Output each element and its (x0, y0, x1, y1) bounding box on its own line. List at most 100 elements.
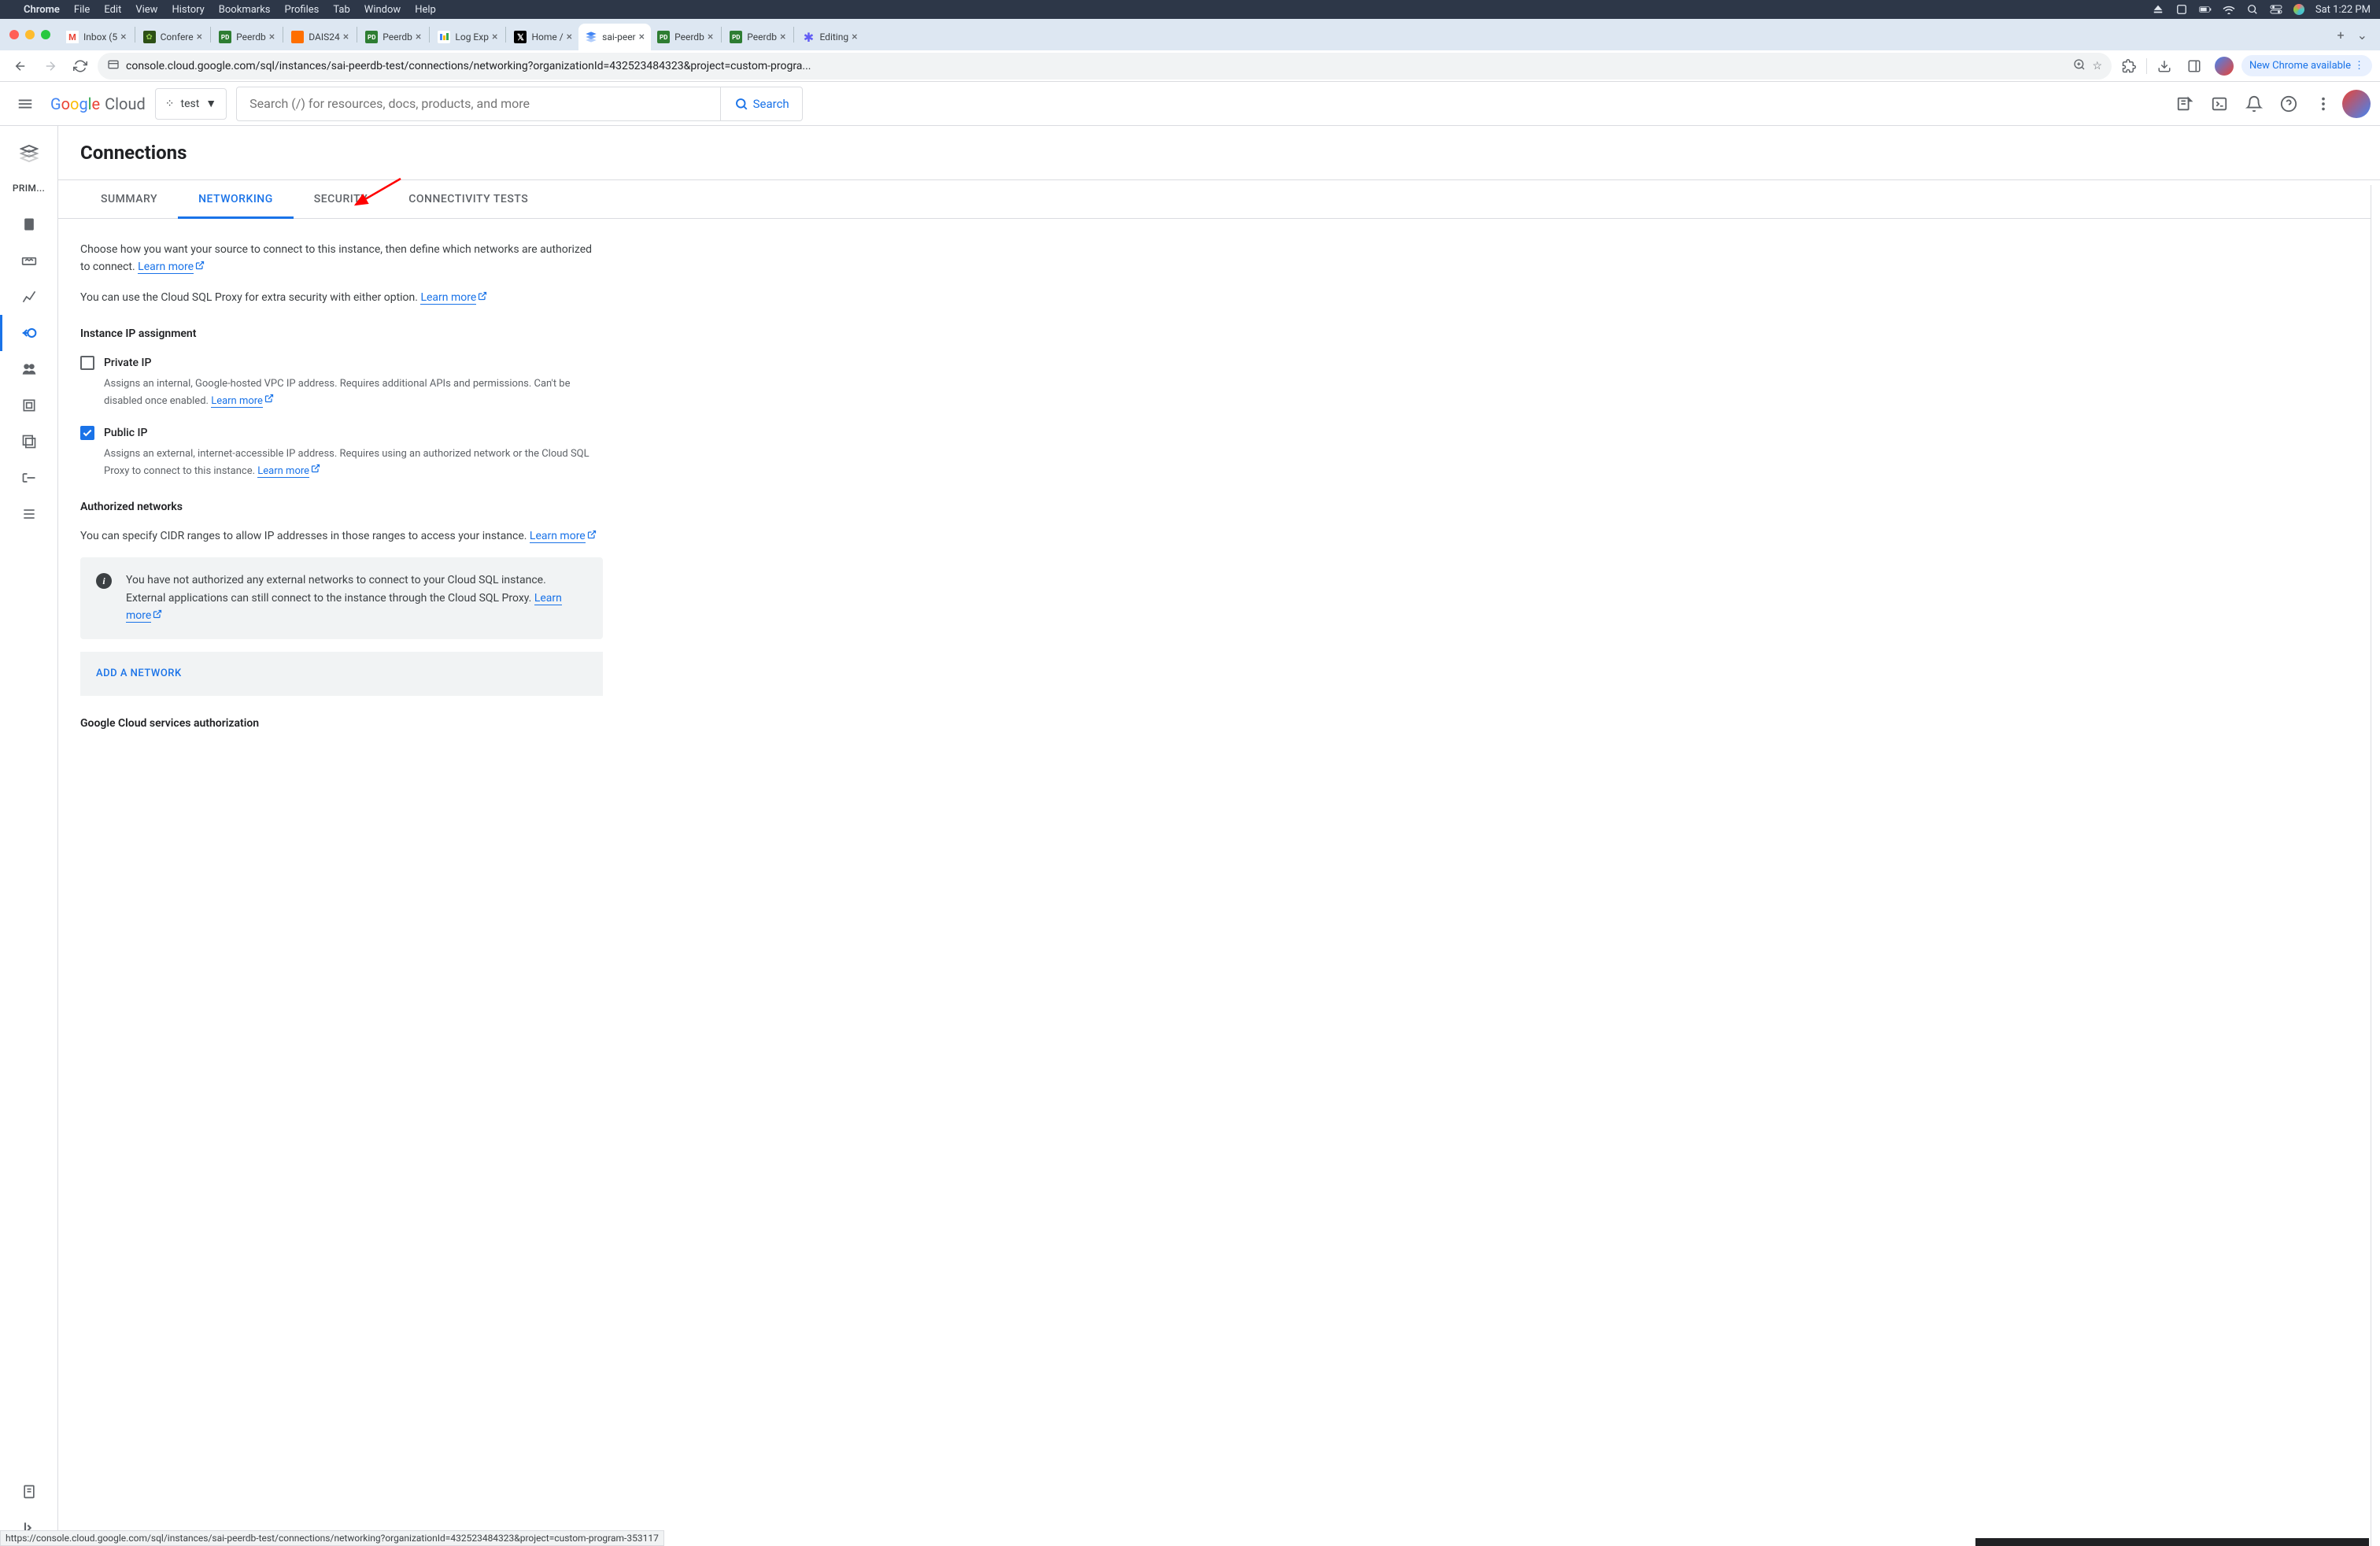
app-name[interactable]: Chrome (24, 4, 60, 16)
add-network-button[interactable]: ADD A NETWORK (80, 652, 603, 697)
tab-favicon: M (66, 31, 79, 43)
reload-button[interactable] (68, 54, 93, 79)
tab-security[interactable]: SECURITY (294, 180, 388, 218)
account-avatar[interactable] (2342, 90, 2371, 118)
window-close[interactable] (9, 30, 19, 39)
tab-close-icon[interactable]: × (780, 31, 785, 43)
sidebar-release-notes[interactable] (0, 1474, 57, 1510)
sidepanel-icon[interactable] (2182, 54, 2207, 79)
menu-profiles[interactable]: Profiles (285, 4, 320, 16)
browser-tab[interactable]: PDPeerdb× (213, 24, 281, 50)
external-link-icon (587, 527, 597, 545)
sidebar-replicas[interactable] (0, 460, 57, 496)
tab-close-icon[interactable]: × (269, 31, 275, 43)
menu-window[interactable]: Window (364, 4, 401, 16)
tab-navigation: SUMMARY NETWORKING SECURITY CONNECTIVITY… (58, 180, 2380, 219)
sidebar-databases[interactable] (0, 387, 57, 423)
public-ip-checkbox[interactable] (80, 426, 94, 440)
menu-bookmarks[interactable]: Bookmarks (219, 4, 271, 16)
bookmark-icon[interactable]: ☆ (2092, 60, 2102, 72)
menu-tab[interactable]: Tab (333, 4, 349, 16)
address-bar[interactable]: console.cloud.google.com/sql/instances/s… (98, 53, 2112, 80)
private-ip-checkbox[interactable] (80, 356, 94, 370)
intro-text-1: Choose how you want your source to conne… (80, 241, 603, 276)
trial-icon[interactable] (2169, 88, 2201, 120)
learn-more-link[interactable]: Learn more (257, 465, 309, 478)
learn-more-link[interactable]: Learn more (138, 261, 194, 274)
sidebar-users[interactable] (0, 351, 57, 387)
tab-close-icon[interactable]: × (708, 31, 713, 43)
tab-close-icon[interactable]: × (567, 31, 572, 43)
tab-summary[interactable]: SUMMARY (80, 180, 178, 218)
tab-close-icon[interactable]: × (639, 31, 645, 43)
spotlight-icon[interactable] (2246, 3, 2259, 16)
eject-icon[interactable] (2152, 3, 2164, 16)
new-chrome-button[interactable]: New Chrome available⋮ (2241, 55, 2372, 76)
siri-icon[interactable] (2293, 4, 2304, 15)
google-cloud-logo[interactable]: Google Cloud (50, 94, 146, 113)
menu-file[interactable]: File (74, 4, 90, 16)
help-icon[interactable] (2273, 88, 2304, 120)
gc-header: Google Cloud ⁘ test ▼ Search (0, 82, 2380, 126)
downloads-icon[interactable] (2152, 54, 2177, 79)
sidebar-insights[interactable] (0, 279, 57, 315)
tab-overflow-button[interactable]: ⌄ (2351, 23, 2374, 47)
control-center-icon[interactable] (2270, 3, 2282, 16)
zoom-icon[interactable] (2073, 58, 2086, 74)
more-icon[interactable] (2308, 88, 2339, 120)
extensions-icon[interactable] (2116, 54, 2142, 79)
nav-menu-button[interactable] (9, 88, 41, 120)
sidebar-backups[interactable] (0, 423, 57, 460)
tab-favicon (291, 31, 304, 43)
tab-close-icon[interactable]: × (492, 31, 497, 43)
browser-tab[interactable]: sai-peer× (578, 24, 651, 50)
menu-edit[interactable]: Edit (104, 4, 121, 16)
forward-button[interactable] (38, 54, 63, 79)
window-maximize[interactable] (41, 30, 50, 39)
menu-view[interactable]: View (135, 4, 157, 16)
tab-close-icon[interactable]: × (120, 31, 126, 43)
menu-history[interactable]: History (172, 4, 204, 16)
sidebar-operations[interactable] (0, 496, 57, 532)
learn-more-link[interactable]: Learn more (420, 291, 476, 305)
browser-tab[interactable]: PDPeerdb× (359, 24, 427, 50)
tab-close-icon[interactable]: × (197, 31, 202, 43)
tab-networking[interactable]: NETWORKING (178, 180, 294, 218)
cloud-shell-icon[interactable] (2204, 88, 2235, 120)
search-button[interactable]: Search (720, 87, 802, 120)
clock[interactable]: Sat 1:22 PM (2315, 4, 2371, 16)
notifications-icon[interactable] (2238, 88, 2270, 120)
tab-favicon: ✿ (143, 31, 156, 43)
browser-tab[interactable]: 𝕏Home /× (508, 24, 578, 50)
browser-tab[interactable]: Log Exp× (431, 24, 504, 50)
learn-more-link[interactable]: Learn more (211, 395, 263, 408)
site-settings-icon[interactable] (107, 58, 120, 74)
project-picker[interactable]: ⁘ test ▼ (155, 88, 227, 120)
browser-tab[interactable]: PDPeerdb× (723, 24, 792, 50)
right-panel-edge[interactable] (2371, 185, 2380, 1546)
shortcut-icon[interactable] (2175, 3, 2188, 16)
browser-tab[interactable]: ✿Confere× (137, 24, 209, 50)
tab-close-icon[interactable]: × (343, 31, 349, 43)
sidebar-sql-icon[interactable] (0, 135, 57, 172)
wifi-icon[interactable] (2223, 3, 2235, 16)
tab-close-icon[interactable]: × (852, 31, 857, 43)
tab-close-icon[interactable]: × (416, 31, 421, 43)
browser-tab[interactable]: DAIS24× (285, 24, 355, 50)
browser-tab[interactable]: PDPeerdb× (651, 24, 719, 50)
battery-icon[interactable] (2199, 3, 2212, 16)
profile-avatar[interactable] (2212, 54, 2237, 79)
learn-more-link[interactable]: Learn more (530, 530, 586, 543)
browser-tab[interactable]: ✱Editing× (796, 24, 863, 50)
search-input[interactable] (237, 96, 720, 111)
tab-connectivity-tests[interactable]: CONNECTIVITY TESTS (388, 180, 549, 218)
window-minimize[interactable] (25, 30, 35, 39)
menu-help[interactable]: Help (415, 4, 436, 16)
new-tab-button[interactable]: + (2331, 23, 2351, 47)
back-button[interactable] (8, 54, 33, 79)
intro-text-2: You can use the Cloud SQL Proxy for extr… (80, 289, 603, 306)
sidebar-connections[interactable] (0, 315, 57, 351)
browser-tab[interactable]: MInbox (5× (60, 24, 133, 50)
sidebar-overview[interactable] (0, 206, 57, 242)
sidebar-query[interactable] (0, 242, 57, 279)
